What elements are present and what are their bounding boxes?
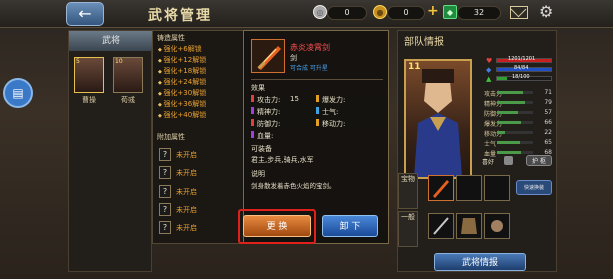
divider (251, 79, 383, 80)
stat-label: 精神力: (257, 108, 281, 116)
stat-bar (497, 141, 533, 144)
stat-swatch (316, 107, 319, 114)
forge-item: 强化+6解锁 (158, 44, 201, 54)
hero-intel-button[interactable]: 武将情报 (434, 253, 526, 271)
stat-bar (497, 121, 533, 124)
stat-value: 66 (544, 119, 552, 126)
stat-bar (497, 151, 533, 154)
item-name: 赤炎凌霄剑 (290, 43, 330, 52)
stat-label: 士气 (484, 141, 497, 148)
attribute-panel: 铸造属性 强化+6解锁 强化+12解锁 强化+18解锁 强化+24解锁 强化+3… (152, 30, 247, 244)
stat-swatch (251, 131, 254, 138)
troop-info-title: 部队情报 (404, 37, 444, 48)
hero-name: 曹操 (82, 96, 96, 104)
forge-item: 强化+12解锁 (158, 55, 206, 65)
treasure-tab[interactable]: 宝物 (398, 173, 418, 209)
hp-text: 1201/1201 (508, 56, 536, 62)
item-description: 剑身散发着赤色火焰的宝剑。 (251, 182, 336, 190)
gear-icon[interactable]: ⚙ (539, 4, 553, 20)
stat-bar (497, 131, 533, 134)
equip-slot-accessory[interactable] (484, 213, 510, 239)
question-icon: ? (159, 185, 171, 198)
change-button[interactable]: 更 换 (243, 215, 311, 237)
equip-slot-empty[interactable] (456, 175, 482, 201)
gold-count: 0 (387, 6, 425, 20)
exp-text: 18/100 (512, 74, 530, 80)
stat-label: 士气: (322, 108, 339, 116)
heart-icon: ♥ (486, 57, 493, 65)
stat-label: 移动力: (322, 120, 346, 128)
equip-slot-armor[interactable] (456, 213, 482, 239)
preference-label: 喜好 (482, 159, 495, 166)
stat-value: 65 (544, 139, 552, 146)
guard-button[interactable]: 护 枢 (526, 155, 552, 166)
tab-heroes[interactable]: 武将 (69, 31, 153, 51)
mana-icon: ◆ (486, 66, 492, 74)
forge-item: 强化+36解锁 (158, 99, 206, 109)
general-tab[interactable]: 一般 (398, 211, 418, 247)
gold-coin-icon: ● (373, 5, 387, 19)
stat-label: 攻击力: (257, 96, 281, 104)
stat-value: 22 (544, 129, 552, 136)
silver-count: 0 (327, 6, 367, 20)
stat-value: 79 (544, 99, 552, 106)
equip-title: 可装备 (251, 145, 272, 153)
forge-item: 强化+30解锁 (158, 88, 206, 98)
chat-bubble-icon[interactable]: ▤ (3, 78, 33, 108)
stat-label: 爆发力: (322, 96, 346, 104)
desc-title: 说明 (251, 170, 265, 178)
hero-name: 荀彧 (121, 96, 135, 104)
silver-coin-icon: ◎ (313, 5, 327, 19)
exp-icon: ▲ (486, 75, 492, 83)
forge-attr-title: 铸造属性 (157, 34, 185, 42)
item-subtext: 可合成 可升星 (290, 65, 328, 72)
unequip-button[interactable]: 卸 下 (322, 215, 378, 237)
hero-level: 5 (76, 58, 80, 65)
item-type: 剑 (290, 54, 297, 62)
hero-list-panel: 武将 5 曹操 10 荀彧 (68, 30, 153, 272)
effect-title: 效果 (251, 84, 265, 92)
equip-classes: 君主,步兵,骑兵,水军 (251, 156, 314, 164)
gem-count: 32 (457, 6, 501, 20)
stat-swatch (251, 119, 254, 126)
stat-bar (497, 91, 533, 94)
question-icon: ? (159, 166, 171, 179)
troop-info-panel: 部队情报 11 ♥ 1201/1201 ◆ 84/84 ▲ 18/100 攻击力… (397, 30, 557, 272)
top-bar: ← 武将管理 ◎ 0 ● 0 + ◆ 32 ⚙ (0, 0, 613, 28)
hero-portrait (404, 59, 472, 179)
add-gold-button[interactable]: + (427, 4, 439, 18)
equip-slot-weapon[interactable] (428, 213, 454, 239)
equip-slot-sword[interactable] (428, 175, 454, 201)
stat-value: 15 (290, 95, 299, 103)
forge-item: 强化+40解锁 (158, 110, 206, 120)
stat-swatch (251, 95, 254, 102)
question-icon: ? (159, 203, 171, 216)
stat-value: 71 (544, 89, 552, 96)
equip-slot-empty[interactable] (484, 175, 510, 201)
forge-item: 强化+24解锁 (158, 77, 206, 87)
back-arrow-icon: ← (78, 4, 92, 23)
page-title: 武将管理 (148, 8, 212, 24)
question-icon: ? (159, 221, 171, 234)
back-button[interactable]: ← (66, 2, 104, 26)
stat-label: 血量: (257, 132, 274, 140)
hero-level: 10 (115, 58, 123, 65)
mp-text: 84/84 (514, 65, 529, 71)
sword-icon (251, 39, 285, 73)
gem-icon: ◆ (443, 5, 457, 19)
forge-item: 强化+18解锁 (158, 66, 206, 76)
question-icon: ? (159, 148, 171, 161)
stat-swatch (316, 119, 319, 126)
stat-bar (497, 111, 533, 114)
stat-bar (497, 101, 533, 104)
mail-icon[interactable] (510, 6, 528, 19)
extra-attr-title: 附加属性 (157, 133, 185, 141)
stat-swatch (251, 107, 254, 114)
preference-icon (504, 156, 513, 165)
hero-level-badge: 11 (408, 62, 421, 72)
quick-swap-button[interactable]: 快速换装 (516, 180, 552, 195)
stat-swatch (316, 95, 319, 102)
stat-value: 57 (544, 109, 552, 116)
stat-label: 防御力: (257, 120, 281, 128)
